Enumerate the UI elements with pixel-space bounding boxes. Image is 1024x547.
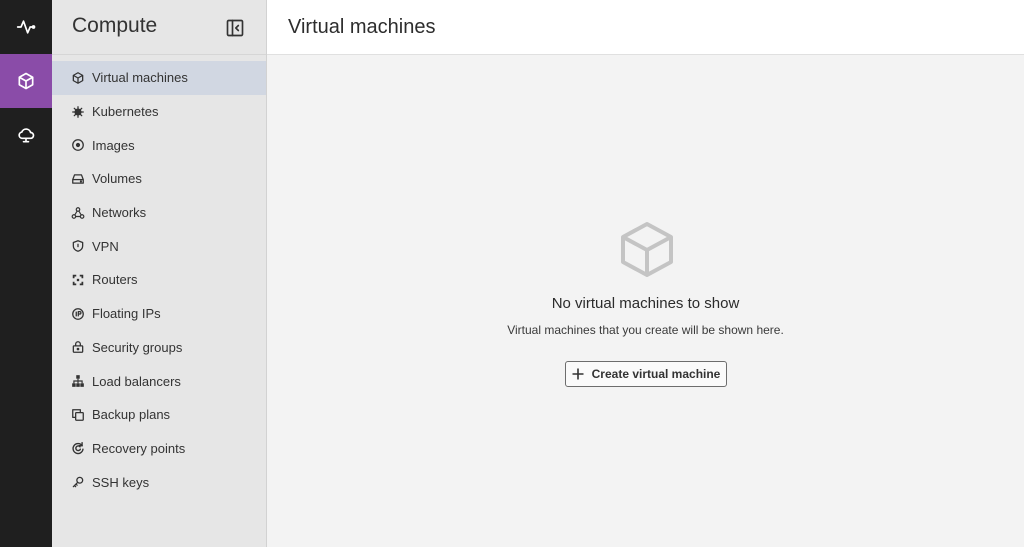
sidebar-item-routers[interactable]: Routers [52,263,266,297]
disc-icon [71,138,85,152]
app-rail [0,0,52,547]
sidebar: Compute Virtual machines Kubernetes Imag… [52,0,267,547]
sidebar-item-label: Recovery points [92,440,186,456]
empty-state-description: Virtual machines that you create will be… [507,323,784,337]
sidebar-title: Compute [72,14,158,37]
rail-cloud-button[interactable] [0,108,52,162]
sidebar-item-label: Floating IPs [92,306,161,322]
sidebar-item-load-balancers[interactable]: Load balancers [52,364,266,398]
sidebar-item-vpn[interactable]: VPN [52,229,266,263]
sidebar-item-label: Load balancers [92,373,181,389]
sidebar-item-label: Images [92,137,135,153]
sidebar-item-kubernetes[interactable]: Kubernetes [52,95,266,129]
lock-icon [71,340,85,354]
sidebar-header: Compute [52,0,266,55]
sidebar-item-label: Routers [92,272,138,288]
sidebar-item-label: Security groups [92,339,183,355]
cube-icon [18,72,34,90]
sidebar-item-volumes[interactable]: Volumes [52,162,266,196]
sidebar-item-security-groups[interactable]: Security groups [52,331,266,365]
create-button-label: Create virtual machine [591,367,721,381]
activity-icon [16,20,36,34]
create-virtual-machine-button[interactable]: Create virtual machine [565,361,727,387]
cloud-icon [18,128,35,143]
sidebar-item-recovery-points[interactable]: Recovery points [52,432,266,466]
sidebar-item-networks[interactable]: Networks [52,196,266,230]
empty-state-title: No virtual machines to show [551,295,740,312]
page-title: Virtual machines [288,16,436,38]
copy-icon [71,408,85,422]
hard-drive-icon [71,172,85,186]
ip-icon [71,307,85,321]
helm-icon [71,105,85,119]
sidebar-item-label: Backup plans [92,407,171,423]
recovery-icon [71,441,85,455]
rail-monitoring-button[interactable] [0,0,52,54]
collapse-sidebar-icon [226,19,244,37]
sidebar-item-virtual-machines[interactable]: Virtual machines [52,61,266,95]
collapse-sidebar-button[interactable] [224,17,246,39]
sidebar-item-label: Volumes [92,171,142,187]
sidebar-nav: Virtual machines Kubernetes Images Volum… [52,61,266,499]
sidebar-item-label: Virtual machines [92,70,188,86]
sidebar-item-images[interactable]: Images [52,128,266,162]
cube-icon [621,222,673,277]
router-icon [71,273,85,287]
network-icon [71,206,85,220]
page-header: Virtual machines [267,0,1024,55]
sidebar-item-ssh-keys[interactable]: SSH keys [52,465,266,499]
sidebar-item-label: Kubernetes [92,104,159,120]
sidebar-item-label: VPN [92,238,119,254]
sidebar-item-floating-ips[interactable]: Floating IPs [52,297,266,331]
rail-compute-button[interactable] [0,54,52,108]
empty-state: No virtual machines to show Virtual mach… [267,55,1024,547]
plus-icon [572,368,584,380]
sidebar-item-backup-plans[interactable]: Backup plans [52,398,266,432]
shield-icon [71,239,85,253]
key-icon [71,475,85,489]
sidebar-item-label: SSH keys [92,474,150,490]
sidebar-item-label: Networks [92,205,147,221]
cube-icon [71,71,85,85]
load-balancer-icon [71,374,85,388]
